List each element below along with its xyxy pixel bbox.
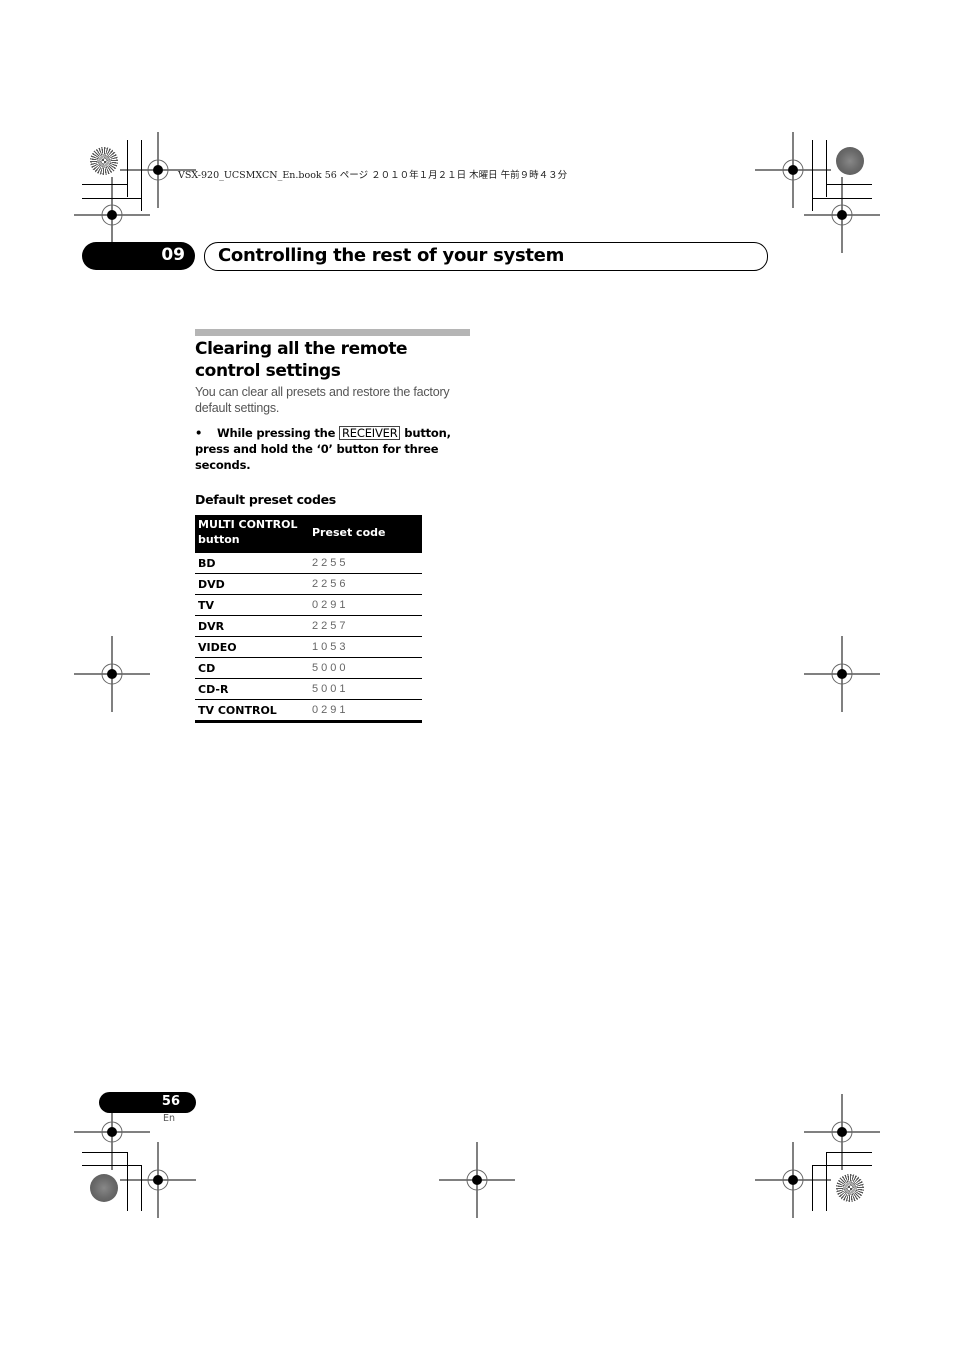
preset-code: 0291 — [309, 594, 422, 616]
chapter-title: Controlling the rest of your system — [218, 245, 565, 266]
page-number: 56 — [161, 1094, 180, 1109]
table-row: TV 0291 — [195, 594, 422, 616]
preset-code: 5000 — [309, 657, 422, 679]
preset-code: 0291 — [309, 699, 422, 723]
preset-code: 1053 — [309, 636, 422, 658]
table-row: DVD 2256 — [195, 573, 422, 595]
table-row: TV CONTROL 0291 — [195, 699, 422, 723]
receiver-key-label: RECEIVER — [339, 426, 401, 440]
crosshair-target-icon — [755, 1142, 831, 1218]
table-row: BD 2255 — [195, 553, 422, 574]
crosshair-target-icon — [74, 636, 150, 712]
instruction-step: • While pressing the RECEIVER button, pre… — [195, 425, 470, 473]
print-header-info: VSX-920_UCSMXCN_En.book 56 ページ ２０１０年１月２１… — [178, 170, 568, 181]
crosshair-target-icon — [804, 177, 880, 253]
table-row: CD 5000 — [195, 657, 422, 679]
column-header: Preset code — [309, 515, 422, 553]
section-divider — [195, 329, 470, 336]
preset-code: 2256 — [309, 573, 422, 595]
table-row: DVR 2257 — [195, 615, 422, 637]
section-intro: You can clear all presets and restore th… — [195, 385, 450, 415]
page-number-badge: 56 — [99, 1092, 196, 1113]
chapter-number-badge: 09 — [82, 242, 195, 270]
chapter-number: 09 — [161, 245, 185, 265]
section-title: Clearing all the remote control settings — [195, 339, 408, 381]
button-name: BD — [195, 553, 309, 574]
button-name: VIDEO — [195, 636, 309, 658]
preset-code: 5001 — [309, 678, 422, 700]
button-name: CD-R — [195, 678, 309, 700]
table-row: CD-R 5001 — [195, 678, 422, 700]
table-header-row: MULTI CONTROL button Preset code — [195, 515, 422, 553]
button-name: CD — [195, 657, 309, 679]
crosshair-target-icon — [120, 1142, 196, 1218]
table-row: VIDEO 1053 — [195, 636, 422, 658]
column-header: MULTI CONTROL button — [195, 515, 309, 553]
color-bar-disc-icon — [90, 1174, 118, 1202]
preset-codes-table: MULTI CONTROL button Preset code BD 2255 … — [195, 515, 422, 723]
preset-code: 2257 — [309, 615, 422, 637]
button-name: DVD — [195, 573, 309, 595]
button-name: TV CONTROL — [195, 699, 309, 723]
color-bar-disc-icon — [836, 147, 864, 175]
page-language: En — [163, 1113, 176, 1124]
button-name: TV — [195, 594, 309, 616]
crosshair-target-icon — [439, 1142, 515, 1218]
table-title: Default preset codes — [195, 492, 336, 507]
button-name: DVR — [195, 615, 309, 637]
color-bar-disc-icon — [90, 147, 118, 175]
preset-code: 2255 — [309, 553, 422, 574]
color-bar-disc-icon — [836, 1174, 864, 1202]
bullet: • — [195, 426, 203, 440]
chapter-title-box: Controlling the rest of your system — [204, 242, 768, 271]
crosshair-target-icon — [804, 636, 880, 712]
step-text-before: While pressing the — [217, 426, 336, 440]
